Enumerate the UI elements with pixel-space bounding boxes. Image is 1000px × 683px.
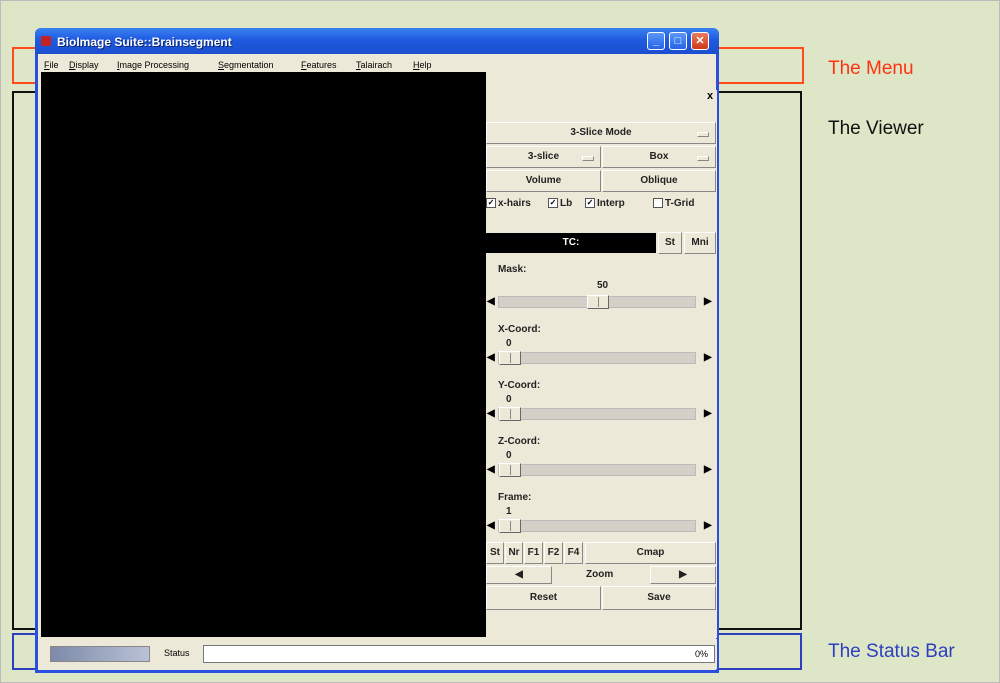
xcoord-increase-arrow-icon[interactable]: ▶	[704, 352, 712, 363]
viewer-annotation-label: The Viewer	[828, 118, 924, 139]
image-viewer-canvas[interactable]	[41, 72, 486, 637]
menu-help[interactable]: Help	[413, 60, 432, 70]
progress-bar	[50, 646, 150, 662]
f1-button[interactable]: F1	[524, 542, 543, 564]
mask-value: 50	[597, 280, 609, 291]
zoom-label: Zoom	[586, 569, 614, 580]
st-colormap-button[interactable]: St	[486, 542, 504, 564]
frame-increase-arrow-icon[interactable]: ▶	[704, 520, 712, 531]
reset-button[interactable]: Reset	[486, 586, 601, 610]
menu-segmentation[interactable]: Segmentation	[218, 60, 274, 70]
maximize-button[interactable]: □	[669, 32, 687, 50]
mask-decrease-arrow-icon[interactable]: ◀	[487, 296, 495, 307]
mni-button[interactable]: Mni	[684, 232, 716, 254]
mask-increase-arrow-icon[interactable]: ▶	[704, 296, 712, 307]
labels-checkbox[interactable]: ✓ Lb	[548, 198, 572, 209]
slice-mode-menubutton[interactable]: 3-Slice Mode	[486, 122, 716, 144]
f4-button[interactable]: F4	[564, 542, 583, 564]
checkmark-icon: ✓	[486, 198, 496, 209]
slice-mode-label: 3-Slice Mode	[570, 127, 632, 138]
zcoord-label: Z-Coord:	[498, 436, 541, 447]
zcoord-increase-arrow-icon[interactable]: ▶	[704, 464, 712, 475]
cmap-button[interactable]: Cmap	[585, 542, 716, 564]
status-label: Status	[164, 648, 190, 658]
menubutton-indicator-icon	[697, 156, 709, 161]
menu-features[interactable]: Features	[301, 60, 337, 70]
talairach-coordinate-display: TC:	[486, 233, 656, 253]
ycoord-label: Y-Coord:	[498, 380, 541, 391]
xcoord-label: X-Coord:	[498, 324, 541, 335]
xcoord-value: 0	[506, 338, 512, 349]
status-bar: Status 0%	[41, 639, 717, 669]
close-window-button[interactable]: ✕	[691, 32, 709, 50]
st-button[interactable]: St	[658, 232, 682, 254]
window-title: BioImage Suite::Brainsegment	[57, 35, 232, 49]
status-percent: 0%	[694, 649, 708, 659]
minimize-button[interactable]: _	[647, 32, 665, 50]
frame-label: Frame:	[498, 492, 532, 503]
ycoord-slider-thumb[interactable]	[499, 407, 521, 421]
nr-button[interactable]: Nr	[505, 542, 523, 564]
zcoord-slider-thumb[interactable]	[499, 463, 521, 477]
menu-annotation-label: The Menu	[828, 58, 914, 79]
application-window: BioImage Suite::Brainsegment _ □ ✕ File …	[35, 28, 719, 673]
save-button[interactable]: Save	[602, 586, 716, 610]
xcoord-slider[interactable]	[498, 351, 696, 365]
ycoord-slider[interactable]	[498, 407, 696, 421]
view-type-label: 3-slice	[527, 151, 560, 162]
app-icon	[41, 36, 51, 46]
zcoord-slider[interactable]	[498, 463, 696, 477]
menu-image-processing[interactable]: Image Processing	[117, 60, 189, 70]
interp-checkbox[interactable]: ✓ Interp	[585, 198, 625, 209]
menu-display[interactable]: Display	[69, 60, 99, 70]
frame-slider[interactable]	[498, 519, 696, 533]
box-menubutton[interactable]: Box	[602, 146, 716, 168]
panel-close-button[interactable]: x	[704, 90, 716, 102]
volume-button[interactable]: Volume	[486, 170, 601, 192]
viewer-control-panel: x 3-Slice Mode 3-slice Box Volume Obliqu…	[486, 90, 717, 638]
menu-file[interactable]: File	[44, 60, 59, 70]
mask-label: Mask:	[498, 264, 527, 275]
menu-talairach[interactable]: Talairach	[356, 60, 392, 70]
checkmark-icon: ✓	[548, 198, 558, 209]
xcoord-decrease-arrow-icon[interactable]: ◀	[487, 352, 495, 363]
menubutton-indicator-icon	[582, 156, 594, 161]
mask-slider[interactable]	[498, 295, 696, 309]
frame-slider-thumb[interactable]	[499, 519, 521, 533]
left-arrow-icon: ◀	[515, 569, 523, 580]
box-label: Box	[649, 151, 669, 162]
tgrid-checkbox[interactable]: T-Grid	[653, 198, 694, 209]
frame-decrease-arrow-icon[interactable]: ◀	[487, 520, 495, 531]
f2-button[interactable]: F2	[544, 542, 563, 564]
oblique-button[interactable]: Oblique	[602, 170, 716, 192]
frame-value: 1	[506, 506, 512, 517]
status-bar-annotation-label: The Status Bar	[828, 641, 955, 662]
view-type-menubutton[interactable]: 3-slice	[486, 146, 601, 168]
right-arrow-icon: ▶	[679, 569, 687, 580]
mask-slider-thumb[interactable]	[587, 295, 609, 309]
ycoord-value: 0	[506, 394, 512, 405]
xcoord-slider-thumb[interactable]	[499, 351, 521, 365]
xhairs-checkbox[interactable]: ✓ x-hairs	[486, 198, 531, 209]
menubutton-indicator-icon	[697, 132, 709, 137]
title-bar[interactable]: BioImage Suite::Brainsegment _ □ ✕	[35, 28, 719, 54]
zcoord-decrease-arrow-icon[interactable]: ◀	[487, 464, 495, 475]
ycoord-increase-arrow-icon[interactable]: ▶	[704, 408, 712, 419]
zcoord-value: 0	[506, 450, 512, 461]
ycoord-decrease-arrow-icon[interactable]: ◀	[487, 408, 495, 419]
checkmark-icon: ✓	[585, 198, 595, 209]
zoom-in-button[interactable]: ▶	[650, 566, 716, 584]
status-message-field: 0%	[203, 645, 715, 663]
zoom-out-button[interactable]: ◀	[486, 566, 552, 584]
